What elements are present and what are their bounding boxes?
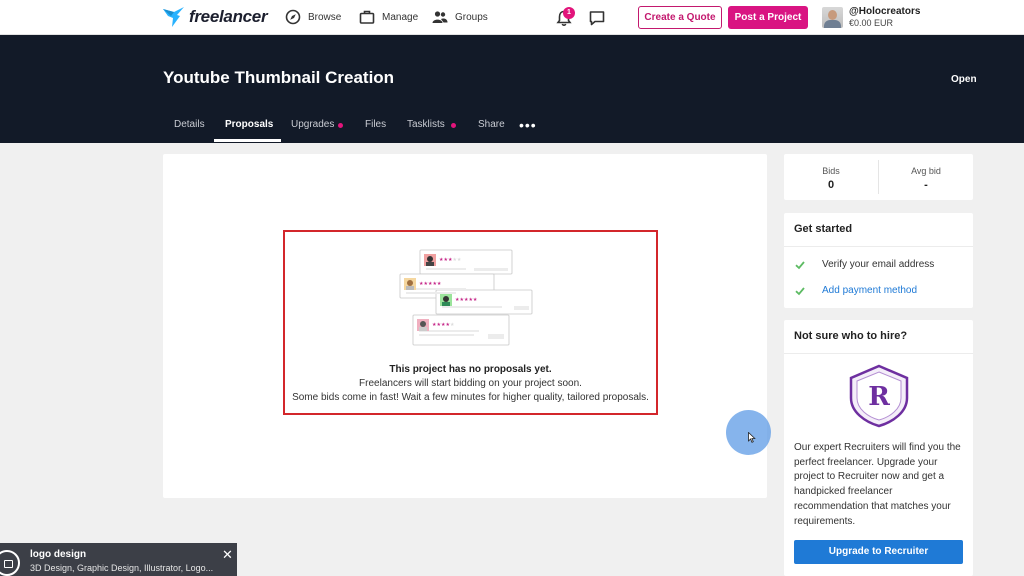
- get-started-card: Get started Verify your email address Ad…: [784, 213, 973, 308]
- recruiter-shield-icon: R: [849, 364, 909, 428]
- users-icon: [432, 11, 448, 23]
- check-icon: [795, 287, 805, 296]
- recruiter-description: Our expert Recruiters will find you the …: [794, 442, 961, 527]
- tab-upgrades[interactable]: Upgrades: [291, 119, 334, 130]
- svg-text:★★★★★: ★★★★★: [439, 257, 462, 263]
- project-icon: [0, 550, 20, 576]
- notification-badge: 1: [563, 7, 575, 19]
- job-notification-toast[interactable]: logo design 3D Design, Graphic Design, I…: [0, 543, 237, 576]
- get-started-title: Get started: [794, 223, 853, 235]
- nav-browse[interactable]: Browse: [285, 9, 341, 25]
- svg-text:★★★★★: ★★★★★: [419, 281, 442, 287]
- upgrade-to-recruiter-button[interactable]: Upgrade to Recruiter: [794, 540, 963, 564]
- recruiter-letter: R: [868, 382, 890, 412]
- avg-bid-value: -: [924, 179, 928, 191]
- tab-share[interactable]: Share: [478, 119, 505, 130]
- nav-browse-label: Browse: [308, 11, 342, 23]
- divider: [784, 246, 973, 247]
- compass-icon: [285, 9, 301, 25]
- divider: [784, 353, 973, 354]
- recruiter-card-title: Not sure who to hire?: [794, 330, 908, 342]
- mouse-cursor-icon: [748, 432, 756, 443]
- user-avatar[interactable]: [822, 7, 843, 28]
- empty-state-line2: Some bids come in fast! Wait a few minut…: [292, 392, 649, 403]
- project-title: Youtube Thumbnail Creation: [163, 68, 395, 87]
- upgrades-notification-dot: [338, 123, 343, 128]
- tab-details[interactable]: Details: [174, 119, 205, 130]
- toast-skills: 3D Design, Graphic Design, Illustrator, …: [30, 563, 214, 573]
- avg-bid-label: Avg bid: [911, 166, 941, 176]
- bids-summary-card: Bids 0 Avg bid -: [784, 154, 973, 200]
- proposals-illustration: ★★★★★ ★★★★★ ★★★★★ ★★★★★: [399, 249, 533, 346]
- nav-manage-label: Manage: [382, 11, 419, 23]
- bids-count: 0: [827, 179, 835, 191]
- chat-icon[interactable]: [588, 9, 606, 27]
- recruiter-card: Not sure who to hire? R Our expert Recru…: [784, 320, 973, 576]
- account-balance: €0.00 EUR: [849, 18, 894, 28]
- proposals-panel: ★★★★★ ★★★★★ ★★★★★ ★★★★★ This project has…: [163, 154, 767, 498]
- task-verify-email: Verify your email address: [822, 259, 935, 270]
- create-quote-button[interactable]: Create a Quote: [638, 6, 722, 29]
- close-icon[interactable]: ✕: [222, 548, 233, 561]
- nav-groups-label: Groups: [455, 11, 488, 23]
- tab-proposals[interactable]: Proposals: [225, 119, 273, 130]
- more-options-icon[interactable]: •••: [519, 117, 537, 133]
- tasklists-notification-dot: [451, 123, 456, 128]
- top-navbar: freelancer Browse Manage Groups 1 Create…: [0, 0, 1024, 35]
- empty-state-title: This project has no proposals yet.: [389, 364, 552, 375]
- tab-tasklists[interactable]: Tasklists: [407, 119, 445, 130]
- empty-state-highlight: ★★★★★ ★★★★★ ★★★★★ ★★★★★ This project has…: [283, 230, 658, 415]
- freelancer-logo[interactable]: freelancer: [162, 6, 268, 28]
- username[interactable]: @Holocreators: [849, 6, 920, 17]
- tab-files[interactable]: Files: [365, 119, 386, 130]
- project-header: Youtube Thumbnail Creation Open Details …: [0, 35, 1024, 143]
- add-payment-method-link[interactable]: Add payment method: [822, 285, 917, 296]
- empty-state-line1: Freelancers will start bidding on your p…: [359, 378, 582, 389]
- nav-manage[interactable]: Manage: [359, 9, 418, 25]
- svg-text:★★★★★: ★★★★★: [432, 322, 455, 328]
- project-status: Open: [951, 74, 977, 85]
- post-project-button[interactable]: Post a Project: [728, 6, 808, 29]
- logo-wordmark: freelancer: [189, 7, 268, 26]
- nav-groups[interactable]: Groups: [432, 9, 488, 25]
- bids-label: Bids: [822, 166, 840, 176]
- freelancer-bird-icon: [163, 7, 184, 27]
- svg-text:★★★★★: ★★★★★: [455, 297, 478, 303]
- briefcase-icon: [359, 10, 375, 24]
- toast-title: logo design: [30, 549, 87, 560]
- active-tab-indicator: [214, 139, 281, 142]
- check-icon: [795, 261, 805, 270]
